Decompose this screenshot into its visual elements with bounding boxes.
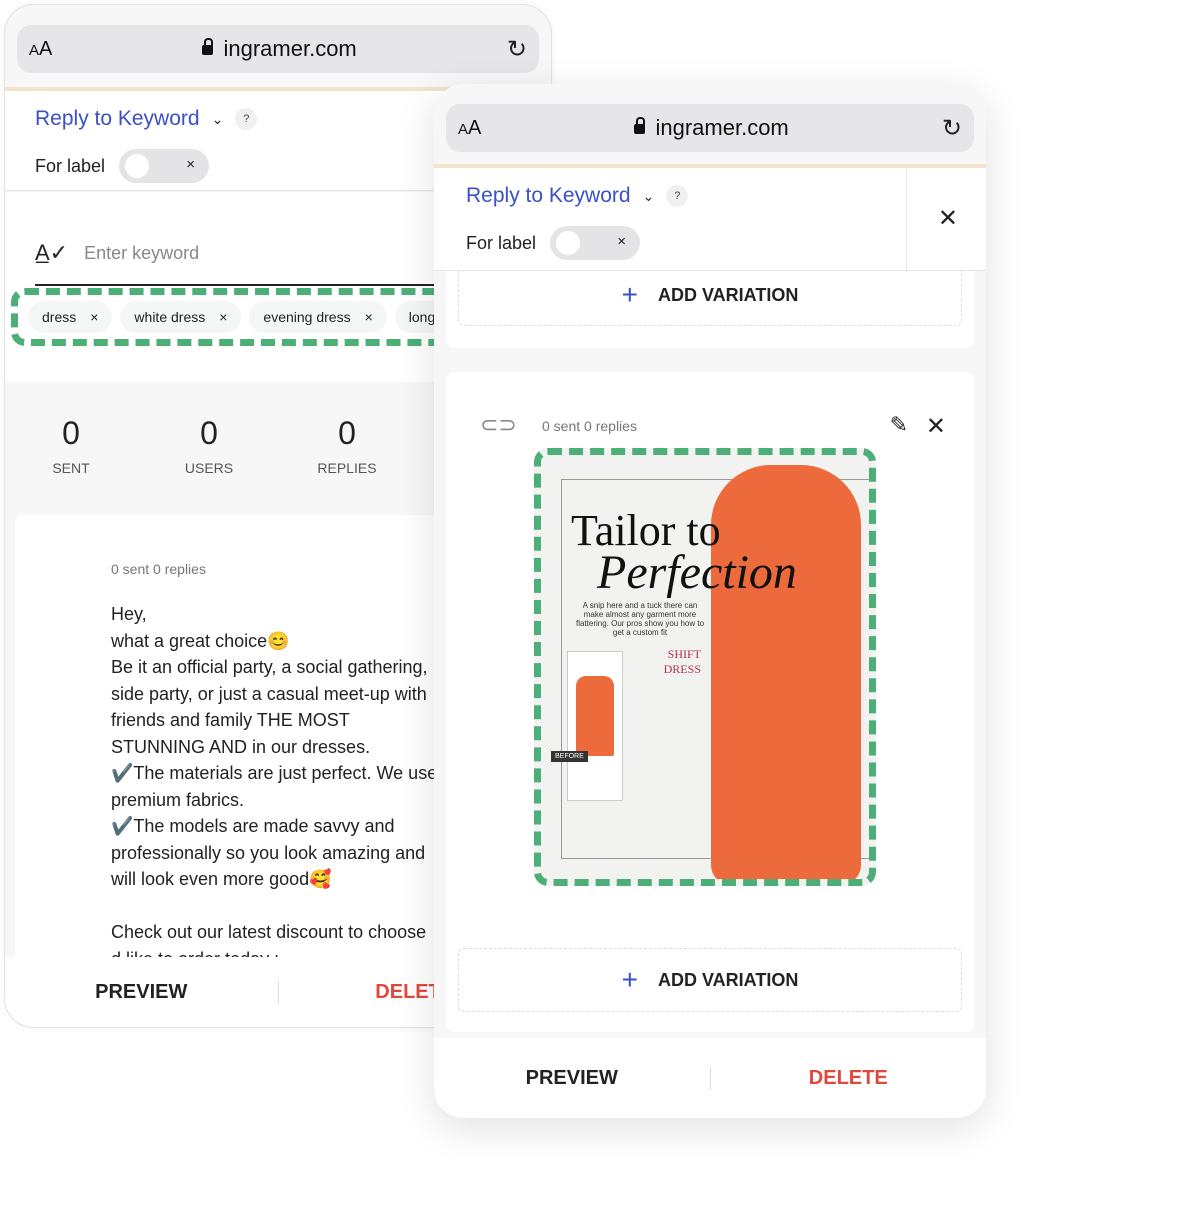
message-meta: 0 sent 0 replies <box>111 561 206 577</box>
phone-right: AA ingramer.com ↻ + ADD VARIATION Reply t… <box>434 84 986 1118</box>
stat-sent: 0 SENT <box>52 415 90 476</box>
spellcheck-icon: A̲✓ <box>35 240 69 265</box>
plus-icon: + <box>621 279 639 310</box>
keyword-chip[interactable]: dress × <box>28 301 113 333</box>
address-bar[interactable]: AA ingramer.com ↻ <box>17 25 539 73</box>
chevron-down-icon[interactable]: ⌄ <box>212 111 224 128</box>
for-label-text: For label <box>466 232 537 253</box>
keyword-chip[interactable]: evening dress × <box>249 301 387 333</box>
delete-button[interactable]: DELETE <box>709 1066 987 1090</box>
keyword-input[interactable]: Enter keyword <box>84 243 199 264</box>
help-icon[interactable]: ? <box>666 185 689 207</box>
preview-button[interactable]: PREVIEW <box>434 1067 710 1090</box>
close-icon[interactable]: ✕ <box>938 204 958 233</box>
mode-title[interactable]: Reply to Keyword <box>466 184 631 208</box>
text-size-button[interactable]: AA <box>458 117 481 140</box>
mode-title[interactable]: Reply to Keyword <box>35 107 200 131</box>
stat-users: 0 USERS <box>184 415 234 476</box>
delete-x-icon[interactable]: ✕ <box>926 412 946 441</box>
link-icon[interactable]: ⊂⊃ <box>480 412 517 438</box>
remove-icon[interactable]: × <box>219 309 227 325</box>
chevron-down-icon[interactable]: ⌄ <box>643 188 655 205</box>
edit-pencil-icon[interactable]: ✎ <box>890 412 908 438</box>
lock-icon <box>634 117 646 134</box>
variation-meta: 0 sent 0 replies <box>542 418 637 434</box>
preview-button[interactable]: PREVIEW <box>5 981 278 1004</box>
label-toggle[interactable]: × <box>550 226 641 260</box>
remove-icon[interactable]: × <box>90 309 98 325</box>
variation-card: ⊂⊃ 0 sent 0 replies ✎ ✕ Tailor to Perfec… <box>446 372 974 1032</box>
reload-icon[interactable]: ↻ <box>507 35 527 64</box>
variation-image[interactable]: Tailor to Perfection A snip here and a t… <box>534 448 876 886</box>
url-text: ingramer.com <box>223 36 357 61</box>
dress-figure <box>711 465 861 879</box>
reload-icon[interactable]: ↻ <box>942 114 962 143</box>
text-size-button[interactable]: AA <box>29 38 52 61</box>
lock-icon <box>202 38 214 55</box>
address-bar[interactable]: AA ingramer.com ↻ <box>446 104 974 152</box>
remove-icon[interactable]: × <box>365 309 373 325</box>
message-text: Hey, what a great choice😊 Be it an offic… <box>111 604 438 957</box>
keyword-chip[interactable]: white dress × <box>120 301 242 333</box>
stat-replies: 0 REPLIES <box>317 415 377 476</box>
help-icon[interactable]: ? <box>235 108 258 130</box>
for-label-text: For label <box>35 155 106 176</box>
plus-icon: + <box>621 964 639 995</box>
url-text: ingramer.com <box>655 115 789 140</box>
label-toggle[interactable]: × <box>119 149 210 183</box>
add-variation-button[interactable]: + ADD VARIATION <box>458 948 962 1012</box>
